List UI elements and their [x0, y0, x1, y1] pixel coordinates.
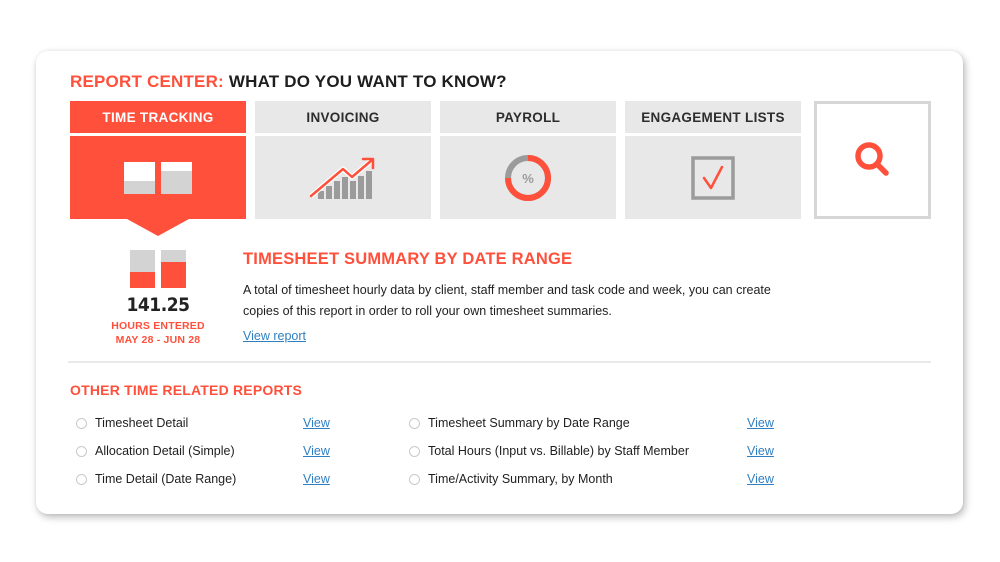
report-name: Timesheet Detail [95, 416, 189, 430]
tab-icon-area [70, 136, 246, 219]
radio-button[interactable] [409, 417, 420, 429]
radio-button[interactable] [76, 445, 87, 457]
featured-report-title: TIMESHEET SUMMARY BY DATE RANGE [243, 250, 573, 268]
report-name: Allocation Detail (Simple) [95, 444, 235, 458]
hours-value: 141.25 [126, 294, 190, 316]
view-link[interactable]: View [747, 472, 774, 486]
title-question: WHAT DO YOU WANT TO KNOW? [223, 72, 507, 91]
view-report-link[interactable]: View report [243, 329, 306, 343]
tab-icon-area [625, 136, 801, 219]
tab-payroll[interactable]: PAYROLL % [440, 101, 616, 219]
search-icon [854, 142, 889, 176]
hours-bars-icon [130, 250, 186, 288]
page-title: REPORT CENTER: WHAT DO YOU WANT TO KNOW? [70, 72, 507, 92]
tab-time-tracking[interactable]: TIME TRACKING [70, 101, 246, 236]
hours-label: HOURS ENTERED [111, 320, 205, 332]
list-item: Timesheet Detail View [76, 409, 330, 437]
report-name: Time Detail (Date Range) [95, 472, 237, 486]
tab-invoicing[interactable]: INVOICING [255, 101, 431, 219]
report-name: Timesheet Summary by Date Range [428, 416, 630, 430]
tab-engagement-lists[interactable]: ENGAGEMENT LISTS [625, 101, 801, 219]
report-name: Total Hours (Input vs. Billable) by Staf… [428, 444, 689, 458]
search-button[interactable] [814, 101, 931, 219]
tab-label: INVOICING [255, 101, 431, 133]
hours-date-range: MAY 28 - JUN 28 [115, 334, 201, 346]
radio-button[interactable] [409, 445, 420, 457]
timesheet-bars-icon [124, 161, 192, 194]
featured-report-description: A total of timesheet hourly data by clie… [243, 283, 771, 318]
svg-text:%: % [522, 171, 534, 186]
view-link[interactable]: View [303, 416, 330, 430]
radio-button[interactable] [76, 473, 87, 485]
view-link[interactable]: View [303, 472, 330, 486]
radio-button[interactable] [409, 473, 420, 485]
title-accent: REPORT CENTER: [70, 72, 224, 91]
list-item: Time Detail (Date Range) View [76, 465, 330, 493]
list-item: Time/Activity Summary, by Month View [409, 465, 774, 493]
list-item: Total Hours (Input vs. Billable) by Staf… [409, 437, 774, 465]
tab-icon-area [255, 136, 431, 219]
tab-label: PAYROLL [440, 101, 616, 133]
list-item: Allocation Detail (Simple) View [76, 437, 330, 465]
tab-label: TIME TRACKING [70, 101, 246, 133]
view-link[interactable]: View [747, 444, 774, 458]
active-tab-pointer [127, 219, 189, 236]
other-reports-title: OTHER TIME RELATED REPORTS [70, 382, 303, 398]
divider [68, 361, 931, 363]
checkbox-check-icon [691, 155, 735, 200]
report-name: Time/Activity Summary, by Month [428, 472, 613, 486]
list-item: Timesheet Summary by Date Range View [409, 409, 774, 437]
view-link[interactable]: View [303, 444, 330, 458]
hours-summary: 141.25 HOURS ENTERED MAY 28 - JUN 28 [100, 250, 216, 347]
other-reports-right-list: Timesheet Summary by Date Range View Tot… [409, 409, 774, 493]
view-link[interactable]: View [747, 416, 774, 430]
other-reports-left-list: Timesheet Detail View Allocation Detail … [76, 409, 330, 493]
trend-chart-icon [309, 157, 375, 199]
tab-icon-area: % [440, 136, 616, 219]
radio-button[interactable] [76, 417, 87, 429]
percent-donut-icon: % [505, 154, 551, 201]
tab-label: ENGAGEMENT LISTS [625, 101, 801, 133]
